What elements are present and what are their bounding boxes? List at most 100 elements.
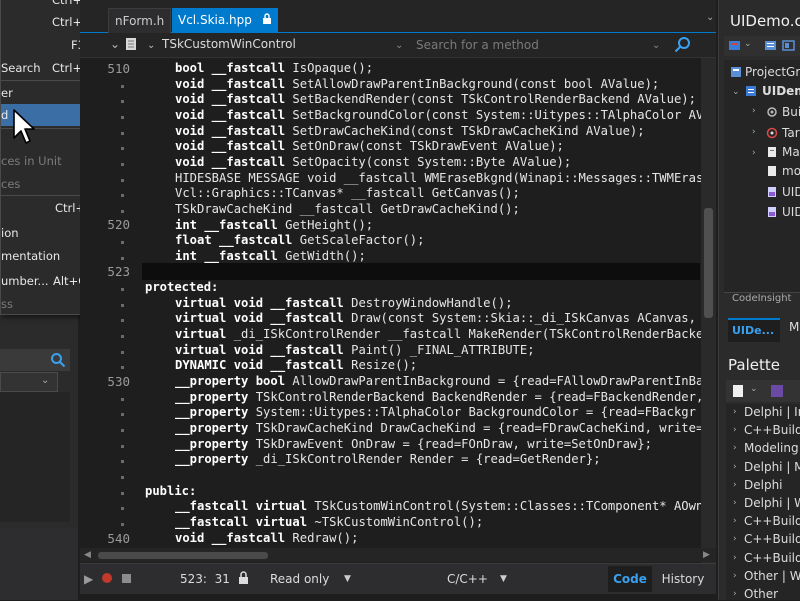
chevron-right-icon[interactable]: › [733,553,737,563]
code-keyword: virtual void __fastcall [175,342,344,357]
palette-toolbar: ⌄ [726,380,800,402]
chevron-down-icon[interactable]: ⌄ [706,12,714,23]
menu-item-label: er [1,86,13,100]
code-keyword: public: [145,483,197,498]
code-line: virtual void __fastcall Draw(const Syste… [175,311,696,325]
palette-category[interactable]: Delphi [744,478,783,492]
palette-category[interactable]: Delphi | W [744,496,800,510]
current-line-highlight [142,263,700,280]
chevron-down-icon[interactable]: ▼ [500,574,507,584]
code-keyword: DYNAMIC void __fastcall [175,358,344,373]
code-text: SetOnDraw(const TSkDrawEvent AValue); [285,139,564,154]
class-selector[interactable]: TSkCustomWinControl [162,37,296,51]
record-icon[interactable] [102,573,112,583]
code-text: Draw(const System::Skia::_di_ISkCanvas A… [343,311,696,326]
chevron-right-icon[interactable]: › [733,462,737,472]
chevron-right-icon[interactable]: › [752,127,756,137]
tree-item-ui[interactable]: UID [782,185,800,199]
palette-category[interactable]: C++Builde [744,514,800,528]
tab-code[interactable]: Code [608,566,652,592]
tree-item-project[interactable]: UIDemo [762,84,800,98]
palette-category[interactable]: C++Builde [744,532,800,546]
palette-category[interactable]: C++Builde [744,423,800,437]
tab-vcl-skia-hpp[interactable]: Vcl.Skia.hpp [172,8,278,32]
chevron-down-icon[interactable]: ⌄ [652,40,660,51]
tree-item-main[interactable]: Mai [782,145,800,159]
build-icon[interactable] [728,39,741,52]
chevron-right-icon[interactable]: › [733,480,737,490]
new-file-icon[interactable] [732,384,744,398]
search-icon[interactable] [672,34,694,56]
palette-category[interactable]: Other | We [744,569,800,583]
code-line: void __fastcall Redraw(); [175,531,358,545]
language-selector[interactable]: C/C++ [447,572,488,586]
tree-item-ui[interactable]: UID [782,205,800,219]
code-keyword: void __fastcall [175,139,286,154]
left-search-bar[interactable] [0,349,70,371]
chevron-down-icon[interactable]: ⌄ [744,39,752,49]
tab-model[interactable]: M [789,320,799,334]
code-text: Redraw(); [285,530,359,545]
lock-icon[interactable] [238,571,249,584]
scrollbar-thumb[interactable] [704,208,713,318]
code-line: __property TSkDrawCacheKind DrawCacheKin… [175,421,703,435]
chevron-right-icon[interactable]: › [733,534,737,544]
tree-item-module[interactable]: mo [782,164,800,178]
code-text: Vcl::Graphics::TCanvas* __fastcall GetCa… [175,186,520,201]
palette-category[interactable]: Other [744,587,778,601]
gutter-dot [121,350,124,354]
tree-item-project-group[interactable]: ProjectGro [745,65,800,79]
palette-category[interactable]: Delphi | In [744,405,800,419]
play-icon[interactable]: ▶ [84,572,93,586]
code-line: __property _di_ISkControlRender Render =… [175,452,601,466]
scroll-left-arrow-icon[interactable]: ◀ [84,550,91,560]
line-number: 530 [107,374,130,389]
chevron-right-icon[interactable]: › [733,498,737,508]
palette-category[interactable]: C++Builde [744,551,800,565]
scrollbar-thumb[interactable] [98,552,268,559]
code-text: TSkDrawCacheKind __fastcall GetDrawCache… [175,201,520,216]
tree-item-build[interactable]: Buil [782,105,800,119]
chevron-right-icon[interactable]: › [733,571,737,581]
scroll-right-arrow-icon[interactable]: ▶ [703,550,710,560]
chevron-right-icon[interactable]: › [733,443,737,453]
document-icon [126,38,136,50]
read-only-mode[interactable]: Read only [270,572,329,586]
line-number: 540 [107,531,130,546]
chevron-right-icon[interactable]: › [752,106,756,116]
chevron-right-icon[interactable]: › [733,407,737,417]
chevron-down-icon[interactable]: ⌄ [147,40,155,51]
chevron-right-icon[interactable]: › [752,148,756,158]
code-text: TSkDrawEvent OnDraw = {read=FOnDraw, wri… [248,436,652,451]
stop-icon[interactable] [122,574,131,583]
code-text: System::Uitypes::TAlphaColor BackgroundC… [248,405,696,420]
view-icon[interactable] [782,39,795,52]
gutter-dot [121,209,124,213]
chevron-down-icon[interactable]: ▼ [344,574,351,584]
left-combo-box[interactable]: ⌄ [0,372,58,392]
tab-uiform-h[interactable]: nForm.h [108,8,172,33]
code-text: GetHeight(); [277,217,374,232]
chevron-right-icon[interactable]: › [733,425,737,435]
chevron-right-icon[interactable]: › [733,589,737,599]
gutter-dot [121,475,124,479]
palette-category[interactable]: Modeling [744,441,799,455]
method-search-input[interactable] [412,35,658,55]
tab-uidemo[interactable]: UIDe... [728,318,780,342]
code-text: Paint() _FINAL_ATTRIBUTE; [343,342,535,357]
component-icon[interactable] [770,384,784,398]
gutter-dot [121,460,124,464]
tab-history[interactable]: History [656,566,710,592]
search-icon[interactable] [50,352,66,368]
palette-category[interactable]: Delphi | M [744,460,800,474]
chevron-right-icon[interactable]: › [733,516,737,526]
chevron-down-icon[interactable]: ⌄ [395,40,403,51]
options-icon[interactable] [764,39,777,52]
code-text: SetBackendRender(const TSkControlRenderB… [285,92,696,107]
tree-item-target[interactable]: Targ [782,126,800,140]
chevron-down-icon[interactable]: ⌄ [110,37,120,51]
code-line: public: [145,484,196,498]
code-line: TSkDrawCacheKind __fastcall GetDrawCache… [175,202,520,216]
chevron-down-icon[interactable]: ⌄ [732,87,740,97]
chevron-down-icon[interactable]: ⌄ [750,384,758,394]
